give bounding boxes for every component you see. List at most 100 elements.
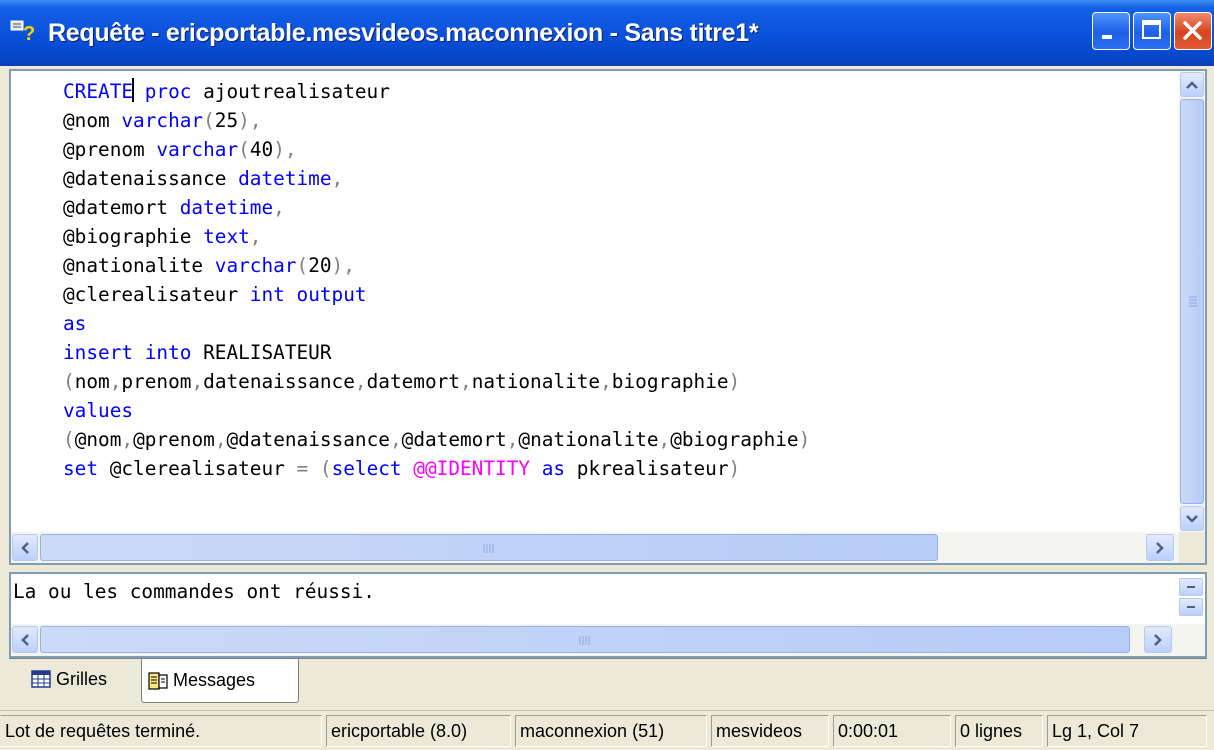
sql-token: nom [74, 370, 110, 393]
sql-keyword: varchar [156, 138, 239, 161]
tab-grilles-label: Grilles [56, 668, 108, 689]
sql-operator: ( [63, 428, 75, 451]
sql-keyword: as [63, 312, 87, 335]
sql-token: @datenaissance [226, 428, 390, 451]
status-database: mesvideos [711, 715, 829, 747]
arrow-up-icon [1187, 586, 1195, 588]
editor-horizontal-thumb[interactable] [40, 534, 938, 561]
minimize-button[interactable] [1092, 12, 1130, 50]
tab-messages-label: Messages [173, 670, 256, 690]
sql-operator: , [658, 428, 671, 451]
sql-keyword: CREATE [63, 80, 134, 103]
sql-token: datenaissance [203, 370, 355, 393]
scroll-right-button[interactable] [1146, 534, 1174, 561]
chevron-left-icon [21, 633, 29, 646]
scroll-grip-icon [1189, 296, 1197, 307]
sql-code[interactable]: CREATE proc ajoutrealisateur @nom varchar… [63, 77, 810, 483]
code-line: @nom varchar(25), [63, 106, 810, 135]
sql-operator: , [121, 428, 134, 451]
sql-token: @nom [63, 109, 122, 132]
scroll-down-button[interactable] [1180, 506, 1204, 531]
results-horizontal-scrollbar[interactable] [11, 624, 1205, 656]
chevron-right-icon [1156, 541, 1164, 554]
sql-operator: , [109, 370, 122, 393]
title-bar[interactable]: ? Requête - ericportable.mesvideos.macon… [0, 0, 1214, 66]
scroll-grip-icon [483, 544, 494, 553]
sql-operator: , [460, 370, 472, 393]
sql-token: @clerealisateur [98, 457, 297, 480]
sql-token: @clerealisateur [63, 283, 250, 306]
sql-keyword: into [144, 341, 192, 364]
results-scroll-right-button[interactable] [1144, 626, 1172, 653]
sql-operator: ), [238, 109, 262, 132]
scroll-grip-icon [579, 636, 590, 645]
code-line: @nationalite varchar(20), [63, 251, 810, 280]
sql-token: 20 [308, 254, 332, 277]
sql-keyword: values [63, 399, 134, 422]
editor-vertical-scrollbar[interactable] [1179, 71, 1205, 532]
svg-text:?: ? [23, 23, 35, 44]
status-elapsed: 0:00:01 [833, 715, 951, 747]
sql-token: @datemort [401, 428, 507, 451]
sql-operator: ( [296, 254, 309, 277]
code-line: @datemort datetime, [63, 193, 810, 222]
sql-operator: , [214, 428, 227, 451]
chevron-right-icon [1154, 633, 1162, 646]
results-scroll-down-button[interactable] [1179, 598, 1203, 616]
status-position: Lg 1, Col 7 [1047, 715, 1207, 747]
sql-token: 25 [214, 109, 239, 132]
tab-grilles[interactable]: Grilles [13, 659, 139, 699]
sql-operator: , [191, 370, 204, 393]
sql-token: @nationalite [63, 254, 215, 277]
sql-keyword: as [541, 457, 566, 480]
sql-token: @datemort [63, 196, 180, 219]
results-scroll-up-button[interactable] [1179, 578, 1203, 596]
sql-keyword: int [249, 283, 285, 306]
results-horizontal-thumb[interactable] [40, 626, 1130, 653]
editor-vertical-thumb[interactable] [1180, 99, 1204, 504]
sql-operator: , [389, 428, 402, 451]
close-icon [1183, 21, 1202, 40]
sql-token: @nom [74, 428, 122, 451]
grid-icon [31, 670, 51, 688]
sql-operator: ), [331, 254, 355, 277]
sql-keyword: select [331, 457, 402, 480]
code-line: @prenom varchar(40), [63, 135, 810, 164]
sql-keyword: varchar [121, 109, 204, 132]
scroll-up-button[interactable] [1180, 72, 1204, 97]
sql-operator: ( [319, 457, 332, 480]
status-server: ericportable (8.0) [326, 715, 511, 747]
results-pane[interactable]: La ou les commandes ont réussi. [9, 572, 1207, 658]
sql-token: datemort [366, 370, 460, 393]
maximize-button[interactable] [1133, 12, 1171, 50]
arrow-down-icon [1187, 606, 1195, 608]
sql-editor[interactable]: CREATE proc ajoutrealisateur @nom varchar… [9, 69, 1207, 565]
close-button[interactable] [1174, 12, 1212, 50]
code-line: CREATE proc ajoutrealisateur [63, 77, 810, 106]
code-line: (@nom,@prenom,@datenaissance,@datemort,@… [63, 425, 810, 454]
status-connection: maconnexion (51) [515, 715, 707, 747]
sql-token: @biographie [670, 428, 799, 451]
sql-operator: ( [238, 138, 250, 161]
query-window-icon: ? [10, 20, 35, 44]
sql-operator: , [249, 225, 262, 248]
sql-token: nationalite [471, 370, 601, 393]
results-scroll-left-button[interactable] [12, 626, 38, 653]
sql-operator: ) [728, 457, 741, 480]
editor-horizontal-scrollbar[interactable] [11, 532, 1179, 563]
sql-operator: , [331, 167, 344, 190]
sql-token: REALISATEUR [191, 341, 332, 364]
scroll-left-button[interactable] [12, 534, 38, 561]
tab-messages[interactable]: Messages [141, 659, 299, 703]
sql-keyword: proc [144, 80, 192, 103]
code-line: @biographie text, [63, 222, 810, 251]
sql-token: @prenom [133, 428, 215, 451]
maximize-icon [1142, 20, 1161, 39]
sql-keyword: varchar [214, 254, 297, 277]
